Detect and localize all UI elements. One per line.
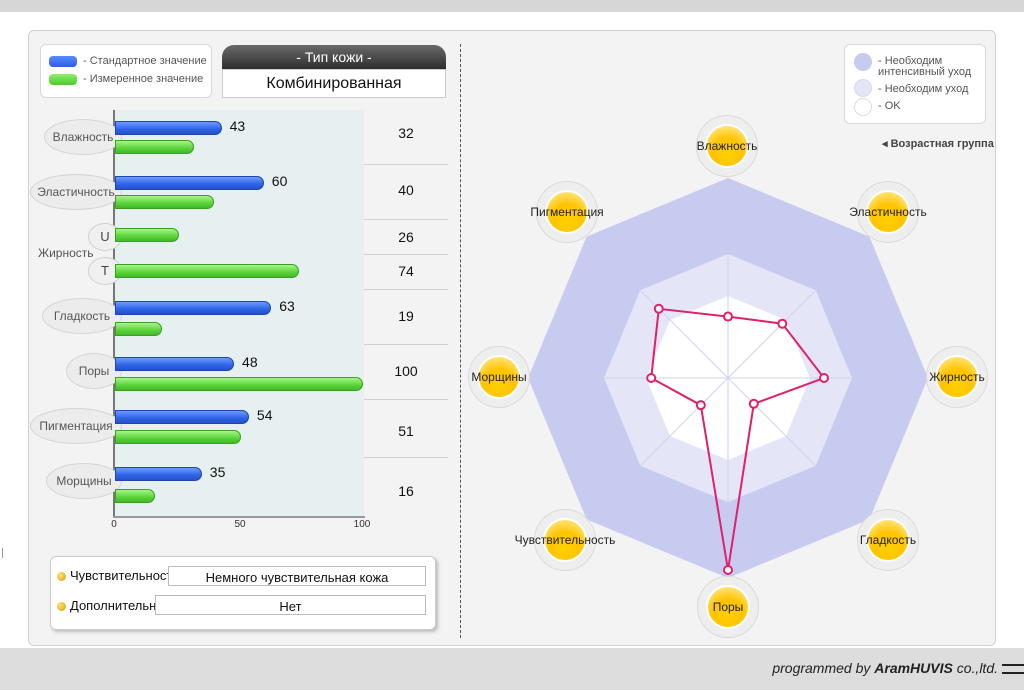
measured-value-label: 40 <box>398 182 414 198</box>
measured-point <box>653 303 664 314</box>
bullet-icon <box>57 602 66 611</box>
measured-bar <box>115 140 195 154</box>
category-pigmentaciya: Пигментация <box>30 408 122 444</box>
standard-bar <box>115 301 272 315</box>
measured-bar <box>115 377 363 391</box>
standard-value-label: 63 <box>279 298 295 314</box>
panel-divider <box>460 44 461 638</box>
standard-value-label: 60 <box>271 173 288 189</box>
category-elastichnost: Эластичность <box>30 174 122 210</box>
skin-type-value: Комбинированная <box>222 69 446 98</box>
measured-bar <box>115 322 163 336</box>
measured-point <box>646 373 657 383</box>
radar-axis-label: Эластичность <box>849 205 927 219</box>
standard-swatch <box>49 55 77 67</box>
legend-care: - Необходим уход <box>878 83 969 95</box>
sensitivity-field: Немного чувствительная кожа <box>168 566 426 586</box>
measured-swatch <box>49 73 77 85</box>
radar-axis-label: Гладкость <box>859 533 917 547</box>
measured-point <box>819 373 829 383</box>
measured-bar <box>115 228 180 242</box>
measured-value-label: 26 <box>398 229 414 245</box>
additional-field: Нет <box>155 595 426 615</box>
standard-bar <box>115 357 235 371</box>
edge-mark <box>2 548 3 558</box>
legend-intensive: - Необходим интенсивный уход <box>878 55 972 78</box>
measured-bar <box>115 489 155 503</box>
row-separator <box>364 254 448 255</box>
radar-axis-label: Влажность <box>696 139 758 153</box>
measured-bar <box>115 430 242 444</box>
standard-bar <box>115 121 222 135</box>
standard-bar <box>115 176 264 190</box>
measured-point <box>748 398 759 409</box>
footer-credit: programmed by AramHUVIS co.,ltd. <box>772 660 998 676</box>
category-zhirnost: Жирность <box>38 246 94 260</box>
row-separator <box>364 219 448 220</box>
top-strip <box>0 0 1024 12</box>
care-swatch <box>854 79 872 97</box>
category-gladkost: Гладкость <box>42 298 122 334</box>
measured-value-label: 74 <box>398 263 414 279</box>
measured-point <box>723 311 733 322</box>
row-separator <box>364 399 448 400</box>
tick-label: 50 <box>234 519 246 530</box>
category-morshchiny: Морщины <box>46 463 122 499</box>
tick-label: 100 <box>353 519 371 530</box>
measured-point <box>695 400 706 411</box>
footer-company: AramHUVIS <box>874 660 953 676</box>
radar-axis-label: Жирность <box>929 370 985 384</box>
measured-value-label: 51 <box>398 423 414 439</box>
additional-label: Дополнительно <box>70 598 164 613</box>
radar-axis-label: Поры <box>712 600 744 614</box>
measured-bar <box>115 264 299 278</box>
standard-value-label: 54 <box>256 407 273 423</box>
measured-value-label: 16 <box>398 483 414 499</box>
category-vlazhnost: Влажность <box>44 119 122 155</box>
standard-bar <box>115 467 202 481</box>
row-separator <box>364 289 448 290</box>
legend-standard: - Стандартное значение <box>49 54 207 68</box>
bullet-icon <box>57 572 66 581</box>
legend-measured-label: - Измеренное значение <box>83 73 204 85</box>
footer-prefix: programmed by <box>772 660 875 676</box>
bar-legend: - Стандартное значение - Измеренное знач… <box>40 44 212 98</box>
row-separator <box>364 457 448 458</box>
standard-value-label: 35 <box>209 464 226 480</box>
skin-type-header: - Тип кожи - <box>222 45 446 69</box>
row-separator <box>364 164 448 165</box>
legend-measured: - Измеренное значение <box>49 72 203 86</box>
measured-point <box>777 318 788 329</box>
measured-value-label: 19 <box>398 308 414 324</box>
sensitivity-label: Чувствительность <box>70 568 180 583</box>
radar-axis-label: Морщины <box>471 370 527 384</box>
standard-value-label: 48 <box>242 354 258 370</box>
legend-standard-label: - Стандартное значение <box>83 55 207 67</box>
standard-bar <box>115 410 249 424</box>
intensive-care-swatch <box>854 53 872 71</box>
footer-suffix: co.,ltd. <box>952 660 998 676</box>
category-pory: Поры <box>66 353 122 389</box>
radar-axis-label: Чувствительность <box>514 533 616 547</box>
bar-chart-x-axis <box>113 516 365 518</box>
footer-bars-icon <box>1002 664 1024 674</box>
measured-bar <box>115 195 215 209</box>
row-separator <box>364 344 448 345</box>
standard-value-label: 43 <box>229 118 246 134</box>
measured-value-label: 32 <box>398 125 414 141</box>
radar-axis-label: Пигментация <box>530 205 604 219</box>
measured-point <box>723 565 733 575</box>
tick-label: 0 <box>111 519 117 530</box>
measured-value-label: 100 <box>394 363 418 379</box>
